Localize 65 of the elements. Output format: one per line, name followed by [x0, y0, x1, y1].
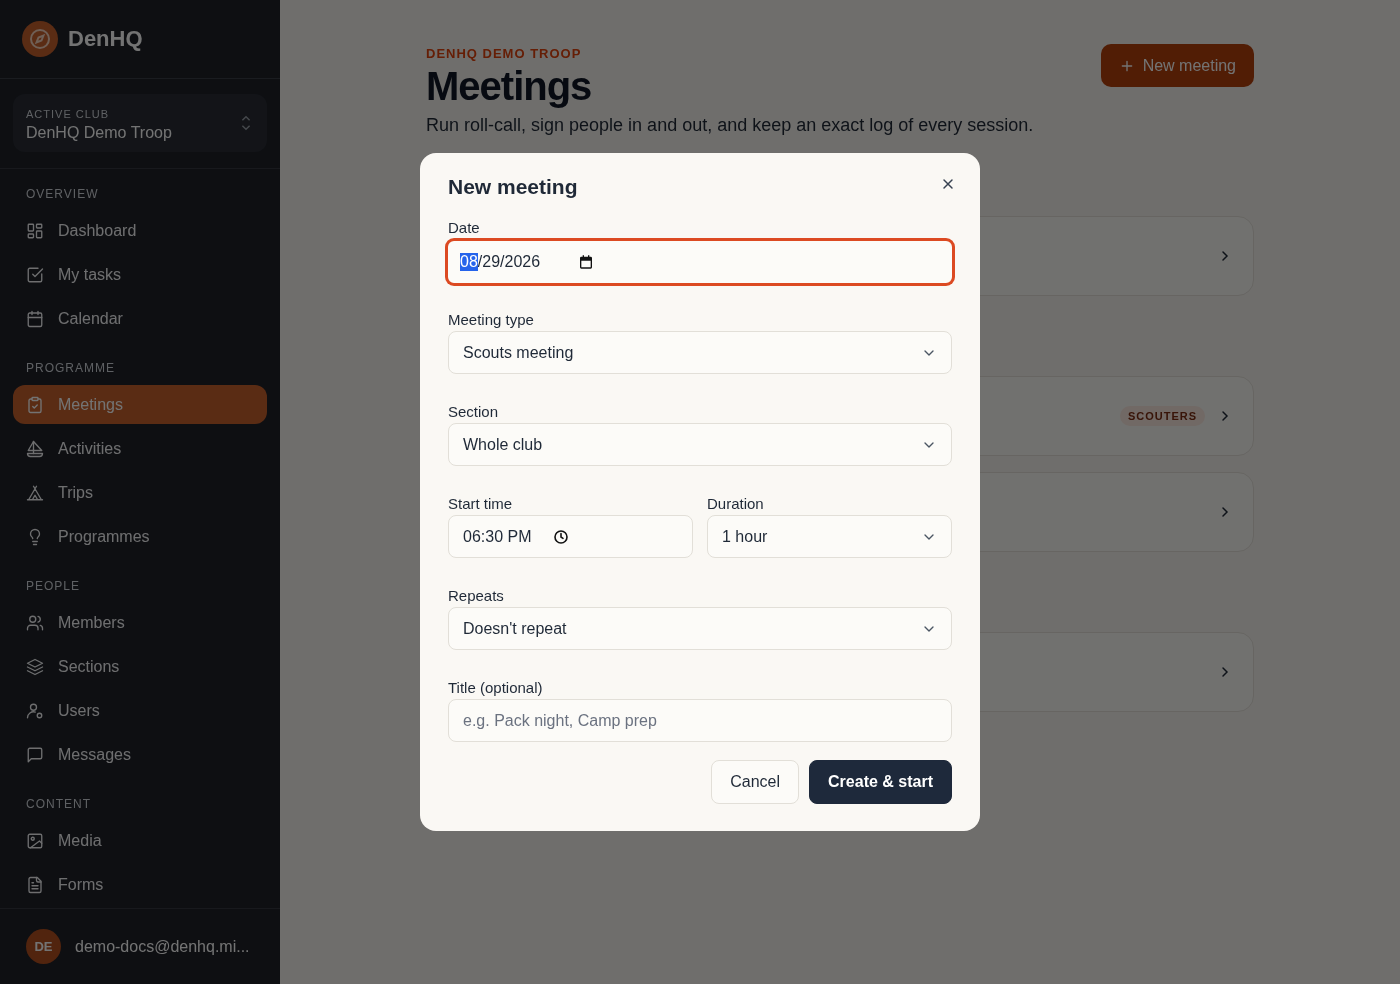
clipboard-icon [26, 395, 44, 414]
start-time-field[interactable]: 06:30 PM [448, 515, 693, 558]
clock-icon [553, 528, 570, 545]
nav-section-heading: PEOPLE [26, 579, 81, 593]
club-eyebrow: DENHQ DEMO TROOP [426, 46, 582, 61]
calendar-icon [26, 309, 44, 328]
nav-section-heading: OVERVIEW [26, 187, 99, 201]
sidebar-item[interactable]: Programmes [13, 517, 267, 556]
sidebar-item[interactable]: Forms [13, 865, 267, 904]
nav-section-heading: PROGRAMME [26, 361, 115, 375]
image-icon [26, 831, 44, 850]
date-segment[interactable]: 29 [482, 253, 501, 271]
brand-name: DenHQ [68, 26, 143, 52]
cancel-button[interactable]: Cancel [711, 760, 800, 804]
nav-section-heading: CONTENT [26, 797, 91, 811]
page-subtitle: Run roll-call, sign people in and out, and keep an exact log of every session. [426, 115, 1034, 136]
title-input[interactable]: e.g. Pack night, Camp prep [448, 699, 952, 742]
layers-icon [26, 657, 44, 676]
sidebar-item[interactable]: Dashboard [13, 211, 267, 250]
chat-icon [26, 745, 44, 764]
dialog-title: New meeting [448, 175, 578, 199]
user-email: demo-docs@denhq.mi... [75, 937, 250, 956]
user-gear-icon [26, 701, 44, 720]
field-label: Title (optional) [448, 679, 544, 696]
date-segment[interactable]: / [477, 253, 483, 271]
page-title: Meetings [426, 64, 593, 109]
repeats-select[interactable]: Doesn't repeat [448, 607, 952, 650]
user-avatar[interactable]: DE [26, 929, 61, 964]
sidebar-item[interactable]: Messages [13, 735, 267, 774]
sidebar-item[interactable]: Trips [13, 473, 267, 512]
field-label: Section [448, 403, 500, 420]
duration-select[interactable]: 1 hour [707, 515, 952, 558]
meeting-type-select[interactable]: Scouts meeting [448, 331, 952, 374]
section-select[interactable]: Whole club [448, 423, 952, 466]
club-label: ACTIVE CLUB [26, 108, 110, 120]
sidebar-item[interactable]: My tasks [13, 255, 267, 294]
sailboat-icon [26, 439, 44, 458]
tent-icon [26, 483, 44, 502]
people-icon [26, 613, 44, 632]
sidebar-item[interactable]: Calendar [13, 299, 267, 338]
field-label: Date [448, 219, 481, 236]
document-icon [26, 875, 44, 894]
section-tag: SCOUTERS [1119, 406, 1205, 426]
compass-logo-icon [22, 21, 58, 57]
sidebar-item[interactable]: Media [13, 821, 267, 860]
sidebar-item[interactable]: Meetings [13, 385, 267, 424]
date-segment[interactable]: 2026 [504, 253, 541, 271]
checkbox-icon [26, 265, 44, 284]
field-label: Meeting type [448, 311, 535, 328]
field-label: Repeats [448, 587, 505, 604]
calendar-icon[interactable] [578, 254, 595, 270]
sidebar-item[interactable]: Sections [13, 647, 267, 686]
date-field[interactable]: 08/29/2026 [446, 239, 954, 285]
field-label: Duration [707, 495, 765, 512]
field-label: Start time [448, 495, 514, 512]
date-segment[interactable]: / [500, 253, 505, 271]
club-switcher[interactable]: ACTIVE CLUB DenHQ Demo Troop [13, 94, 267, 152]
date-segment[interactable]: 08 [460, 253, 478, 271]
create-and-start-button[interactable]: Create & start [809, 760, 952, 804]
sidebar-item[interactable]: Users [13, 691, 267, 730]
new-meeting-button[interactable]: New meeting [1100, 44, 1254, 87]
club-name: DenHQ Demo Troop [26, 124, 172, 142]
sidebar-item[interactable]: Members [13, 603, 267, 642]
sidebar-item[interactable]: Activities [13, 429, 267, 468]
grid-icon [26, 221, 44, 240]
